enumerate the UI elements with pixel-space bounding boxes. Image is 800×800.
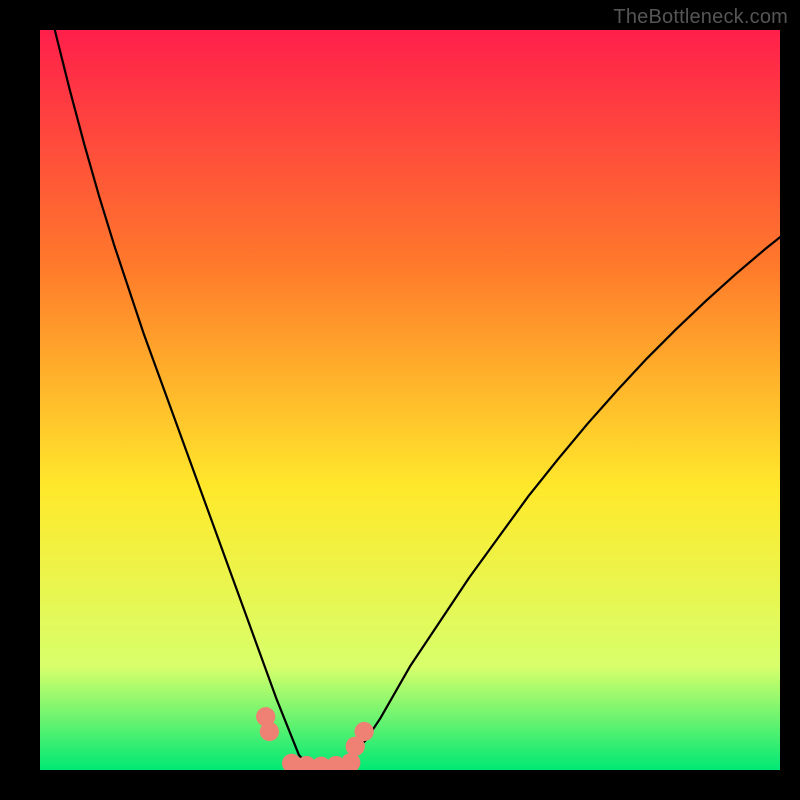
gradient-background bbox=[40, 30, 780, 770]
highlight-dot bbox=[260, 722, 279, 741]
watermark-text: TheBottleneck.com bbox=[613, 6, 788, 29]
highlight-dot bbox=[355, 722, 374, 741]
plot-area bbox=[40, 30, 780, 770]
plot-svg bbox=[40, 30, 780, 770]
chart-frame: TheBottleneck.com bbox=[0, 0, 800, 800]
